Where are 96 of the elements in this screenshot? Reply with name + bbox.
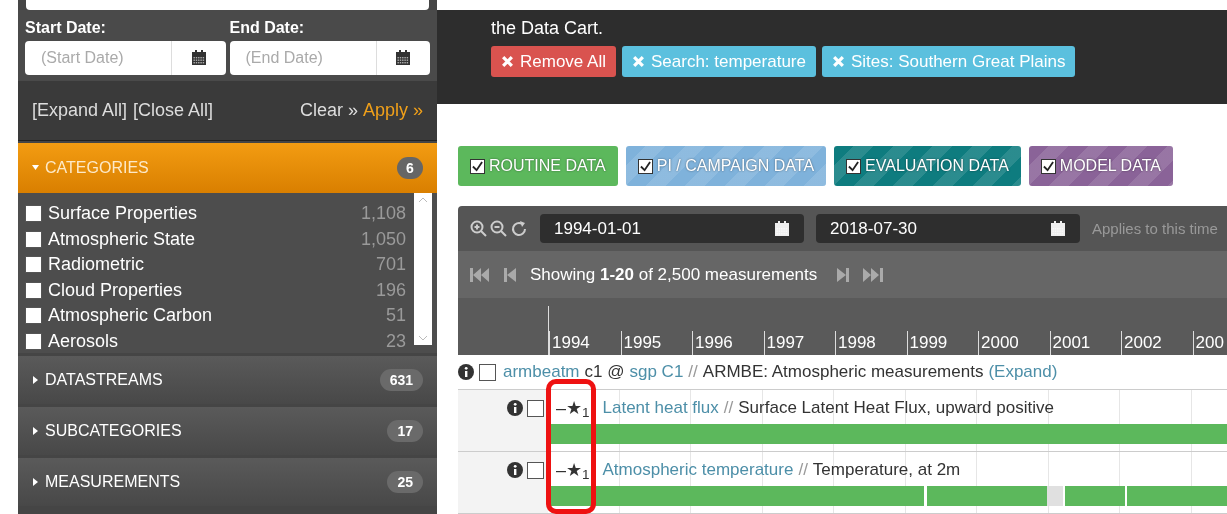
close-icon	[831, 54, 845, 68]
expand-all-link[interactable]: [Expand All]	[32, 97, 128, 124]
checkbox[interactable]	[527, 400, 544, 417]
count-badge: 631	[379, 369, 423, 391]
zoom-in-icon[interactable]	[470, 219, 488, 238]
separator: //	[688, 361, 698, 384]
year-label: 1999	[906, 331, 978, 356]
category-count: 701	[375, 253, 406, 277]
category-label[interactable]: Radiometric	[48, 251, 145, 279]
separator: //	[723, 397, 734, 420]
date-field[interactable]: 1994-01-01	[540, 214, 804, 244]
category-label[interactable]: Atmospheric State	[48, 225, 196, 253]
caret-down-icon	[32, 164, 39, 172]
calendar-button[interactable]	[171, 41, 226, 75]
caret-right-icon	[32, 478, 39, 486]
year-label: 1997	[763, 331, 835, 356]
data-type-toggle[interactable]: MODEL DATA	[1028, 146, 1173, 187]
section-header[interactable]: SUBCATEGORIES 17	[18, 407, 437, 455]
count-badge: 25	[387, 471, 423, 493]
date-label: End Date:	[229, 18, 306, 38]
refresh-icon[interactable]	[510, 219, 528, 238]
measurement-link[interactable]: Atmospheric temperature	[602, 457, 794, 483]
year-label: 2000	[978, 331, 1050, 356]
measurement-description: Surface Latent Heat Flux, upward positive	[738, 397, 1054, 420]
checkbox[interactable]	[25, 281, 42, 299]
first-page-icon[interactable]	[470, 266, 490, 283]
measurement-description: Temperature, at 2m	[812, 459, 961, 482]
year-label: 200	[1192, 331, 1227, 356]
info-icon[interactable]	[507, 400, 523, 416]
applies-note: Applies to this time	[1092, 218, 1218, 239]
date-field[interactable]: (End Date)	[229, 41, 376, 75]
category-label[interactable]: Cloud Properties	[48, 276, 183, 304]
checkbox[interactable]	[25, 205, 42, 223]
close-icon	[501, 54, 514, 68]
zoom-out-icon[interactable]	[490, 219, 508, 238]
measurement-link[interactable]: Latent heat flux	[602, 395, 719, 421]
star-marker: –★$_{1}$	[556, 396, 590, 422]
category-count: 1,108	[360, 202, 406, 226]
checkbox[interactable]	[25, 230, 42, 248]
category-count: 1,050	[360, 227, 406, 251]
year-label: 2001	[1049, 331, 1121, 356]
datastream-link[interactable]: armbeatm	[503, 359, 580, 385]
checkbox[interactable]	[527, 462, 544, 479]
caret-right-icon	[32, 427, 39, 435]
section-header[interactable]: DATASTREAMS 631	[18, 356, 437, 404]
category-count: 196	[375, 278, 406, 302]
info-icon[interactable]	[507, 462, 523, 478]
calendar-button[interactable]	[375, 41, 430, 75]
date-field[interactable]: 2018-07-30	[816, 214, 1080, 244]
checkbox[interactable]	[25, 307, 42, 325]
calendar-icon	[774, 220, 790, 237]
category-count: 23	[385, 329, 406, 353]
category-label[interactable]: Atmospheric Carbon	[48, 302, 213, 330]
year-label: 1996	[692, 331, 764, 356]
banner-text: the Data Cart.	[491, 16, 605, 40]
section-header[interactable]: MEASUREMENTS 25	[18, 458, 437, 506]
caret-right-icon	[32, 376, 39, 384]
year-label: 2002	[1121, 331, 1193, 356]
info-icon[interactable]	[458, 364, 474, 381]
paging-summary: Showing 1-20 of 2,500 measurements	[530, 264, 818, 286]
close-icon	[632, 54, 645, 68]
category-label[interactable]: Aerosols	[48, 327, 119, 355]
count-badge: 17	[387, 420, 423, 442]
checkmark-icon	[639, 160, 651, 172]
site-link[interactable]: sgp C1	[629, 359, 684, 385]
previous-page-icon[interactable]	[504, 266, 516, 283]
expand-link[interactable]: (Expand)	[988, 359, 1058, 385]
data-type-toggle[interactable]: EVALUATION DATA	[834, 146, 1021, 187]
checkmark-icon	[1042, 160, 1054, 172]
checkbox[interactable]	[25, 332, 42, 350]
date-field[interactable]: (Start Date)	[25, 41, 171, 75]
datastream-description: ARMBE: Atmospheric measurements	[702, 361, 984, 384]
checkmark-icon	[848, 160, 860, 172]
clear-link[interactable]: Clear »	[299, 97, 358, 124]
apply-link[interactable]: Apply »	[362, 97, 423, 124]
separator: //	[798, 459, 808, 482]
calendar-icon	[395, 50, 412, 66]
facility-code: c1 @	[584, 361, 625, 384]
checkbox[interactable]	[25, 256, 42, 274]
year-label: 1995	[620, 331, 692, 356]
year-label: 1994	[549, 331, 621, 356]
close-all-link[interactable]: [Close All]	[133, 97, 214, 124]
year-label: 1998	[835, 331, 907, 356]
star-marker: –★$_{1}$	[556, 458, 590, 484]
category-count: 51	[385, 304, 406, 328]
count-badge: 6	[397, 157, 423, 179]
checkmark-icon	[472, 160, 483, 172]
next-page-icon[interactable]	[837, 266, 850, 283]
date-label: Start Date:	[25, 18, 107, 38]
calendar-icon	[1050, 220, 1066, 237]
checkbox[interactable]	[479, 363, 496, 381]
remove-all-button[interactable]: Remove All	[491, 45, 616, 77]
section-header[interactable]: CATEGORIES 6	[18, 143, 437, 193]
last-page-icon[interactable]	[863, 266, 884, 283]
category-label[interactable]: Surface Properties	[48, 200, 198, 228]
calendar-icon	[190, 50, 207, 66]
